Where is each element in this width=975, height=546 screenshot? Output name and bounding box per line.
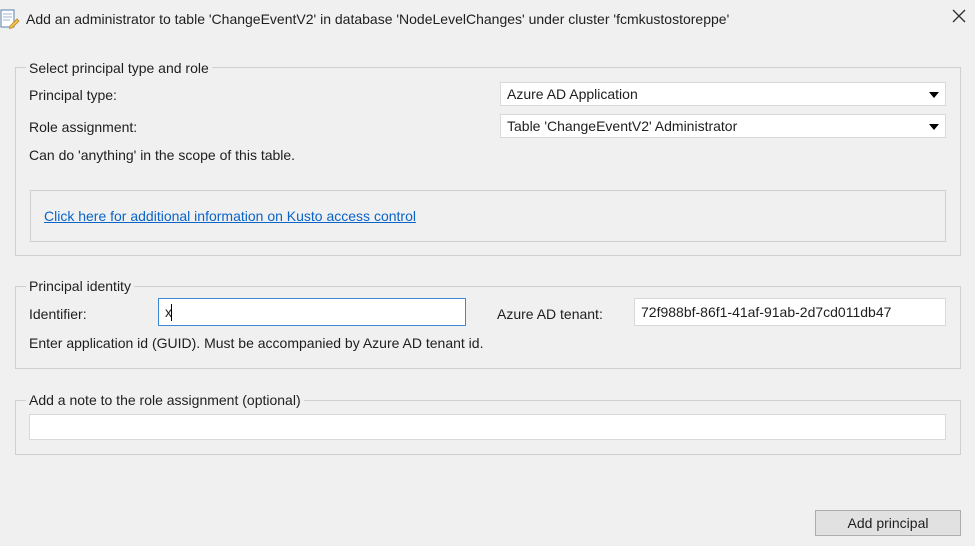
identifier-label: Identifier: [29, 306, 87, 322]
access-control-info-link[interactable]: Click here for additional information on… [44, 208, 416, 224]
tenant-label: Azure AD tenant: [497, 306, 603, 322]
chevron-down-icon [929, 124, 939, 130]
title-bar: Add an administrator to table 'ChangeEve… [0, 0, 975, 40]
identifier-input[interactable]: x [158, 298, 466, 326]
note-input[interactable] [29, 414, 946, 440]
principal-type-label: Principal type: [29, 87, 117, 103]
info-box: Click here for additional information on… [30, 190, 946, 242]
text-caret [171, 304, 172, 321]
role-description: Can do 'anything' in the scope of this t… [29, 147, 296, 163]
principal-role-legend: Select principal type and role [26, 60, 212, 76]
add-principal-button[interactable]: Add principal [815, 510, 961, 536]
tenant-value: 72f988bf-86f1-41af-91ab-2d7cd011db47 [641, 304, 892, 320]
close-icon[interactable] [950, 7, 968, 25]
dialog-edit-icon [0, 9, 20, 30]
role-assignment-value: Table 'ChangeEventV2' Administrator [507, 118, 738, 134]
tenant-input[interactable]: 72f988bf-86f1-41af-91ab-2d7cd011db47 [634, 298, 946, 326]
principal-type-value: Azure AD Application [507, 86, 638, 102]
role-assignment-label: Role assignment: [29, 119, 138, 135]
role-assignment-dropdown[interactable]: Table 'ChangeEventV2' Administrator [500, 114, 946, 138]
principal-type-dropdown[interactable]: Azure AD Application [500, 82, 946, 106]
note-legend: Add a note to the role assignment (optio… [26, 392, 304, 408]
principal-identity-legend: Principal identity [26, 278, 134, 294]
chevron-down-icon [929, 92, 939, 98]
window-title: Add an administrator to table 'ChangeEve… [26, 11, 730, 27]
identifier-hint: Enter application id (GUID). Must be acc… [29, 335, 484, 351]
